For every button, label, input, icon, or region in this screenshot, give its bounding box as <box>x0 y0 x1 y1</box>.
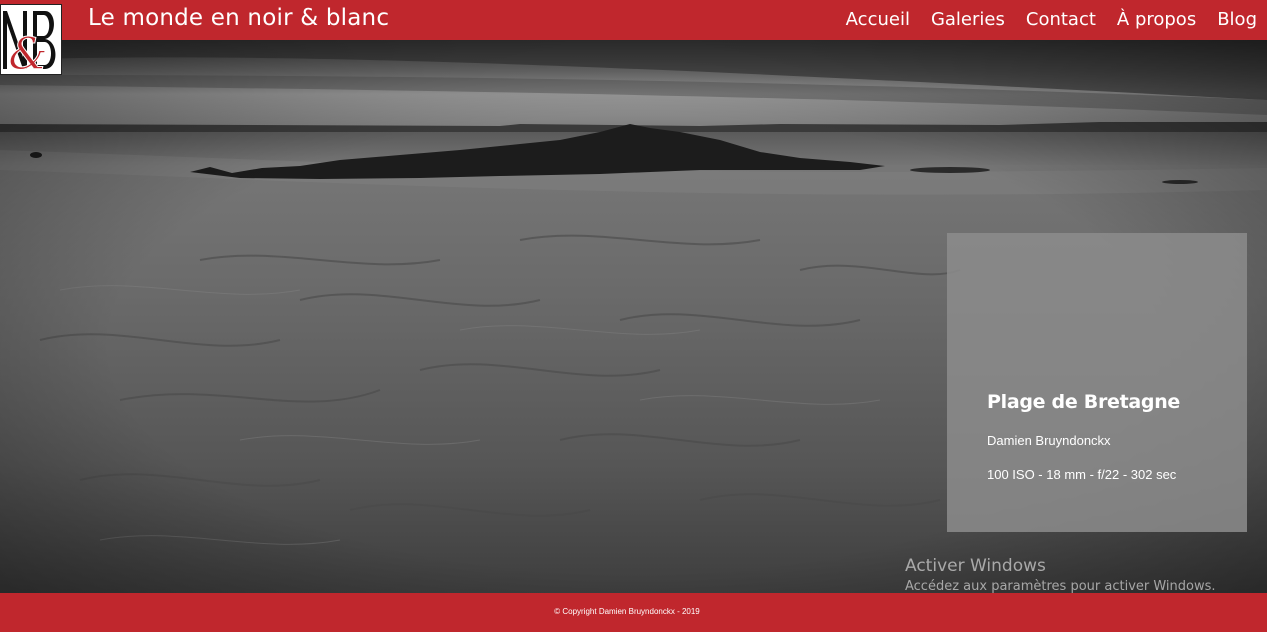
nav-galeries[interactable]: Galeries <box>931 9 1005 30</box>
site-footer: © Copyright Damien Bruyndonckx - 2019 <box>0 593 1267 632</box>
nb-logo-icon: & <box>1 5 61 74</box>
photo-exif: 100 ISO - 18 mm - f/22 - 302 sec <box>987 467 1177 482</box>
svg-text:&: & <box>8 29 47 74</box>
photo-author: Damien Bruyndonckx <box>987 433 1111 448</box>
site-title[interactable]: Le monde en noir & blanc <box>88 5 389 31</box>
site-logo[interactable]: & <box>0 4 62 75</box>
copyright-text: © Copyright Damien Bruyndonckx - 2019 <box>554 607 700 616</box>
nav-contact[interactable]: Contact <box>1026 9 1096 30</box>
main-nav: Accueil Galeries Contact À propos Blog <box>825 9 1257 30</box>
site-header: Le monde en noir & blanc Accueil Galerie… <box>0 0 1267 40</box>
nav-blog[interactable]: Blog <box>1217 9 1257 30</box>
photo-caption-panel: Plage de Bretagne Damien Bruyndonckx 100… <box>947 233 1247 532</box>
nav-accueil[interactable]: Accueil <box>846 9 910 30</box>
watermark-subtitle: Accédez aux paramètres pour activer Wind… <box>905 579 1216 594</box>
nav-a-propos[interactable]: À propos <box>1117 9 1196 30</box>
windows-activation-watermark: Activer Windows Accédez aux paramètres p… <box>905 556 1216 594</box>
photo-title: Plage de Bretagne <box>987 391 1181 413</box>
watermark-title: Activer Windows <box>905 556 1046 576</box>
